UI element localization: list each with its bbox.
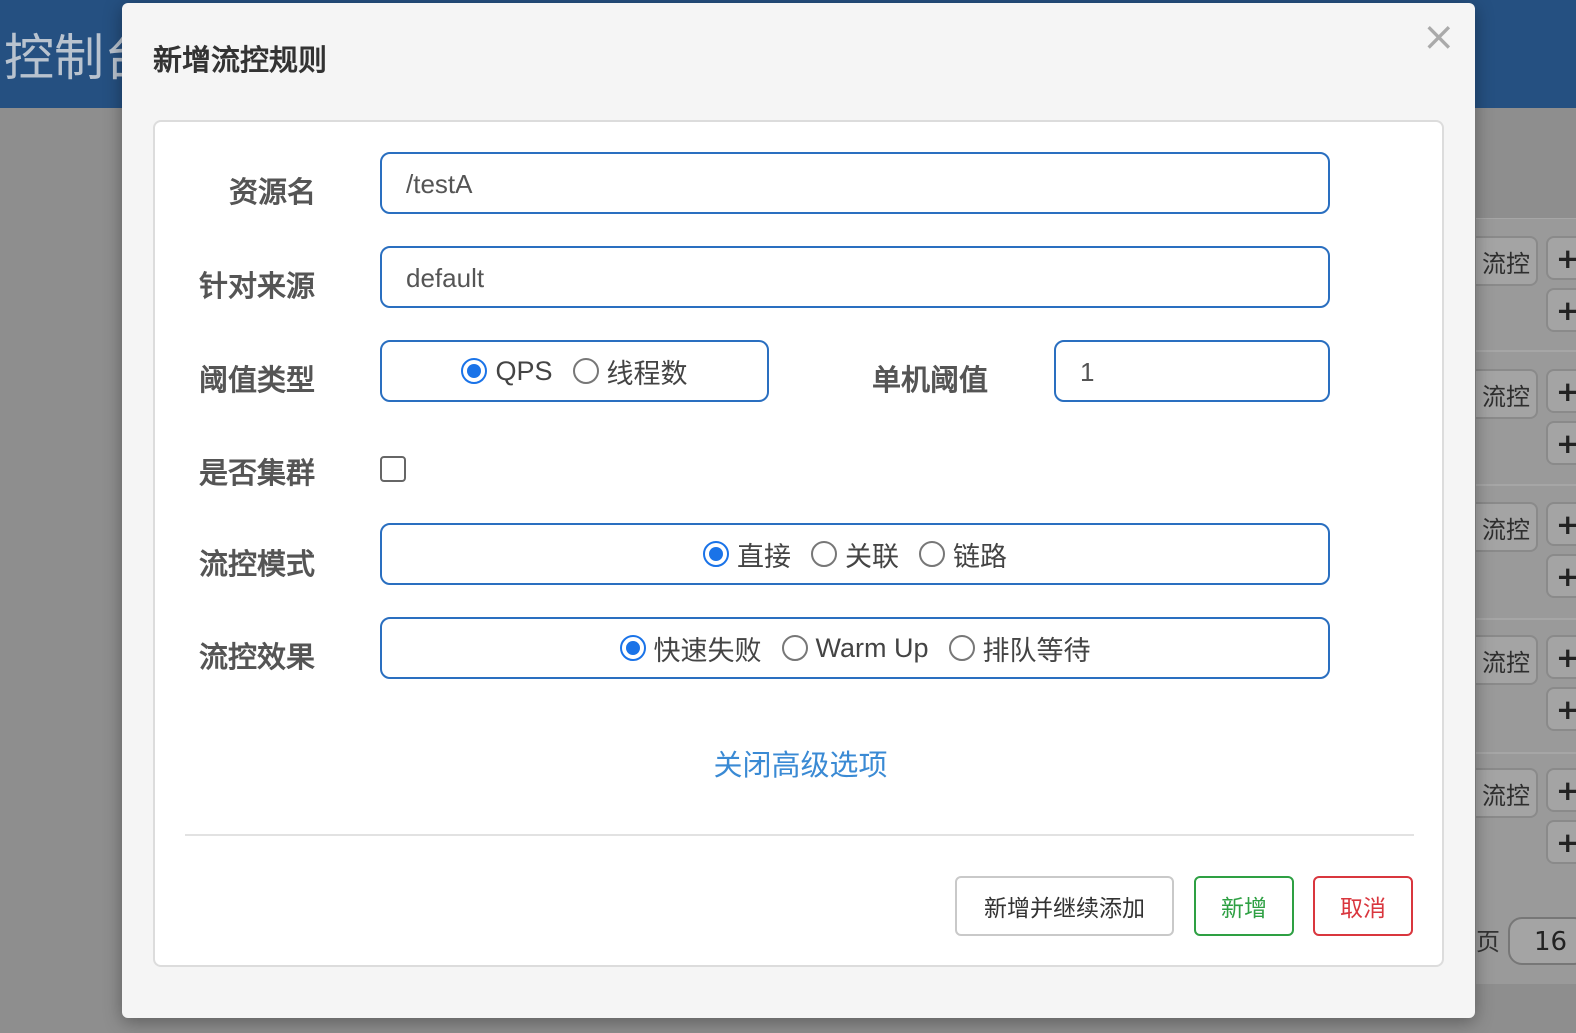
dialog-title: 新增流控规则 [153, 43, 328, 77]
limit-app-input[interactable]: default [380, 246, 1330, 308]
flow-effect-queue[interactable]: 排队等待 [948, 629, 1091, 668]
form-divider [185, 834, 1414, 836]
radio-unchecked-icon[interactable] [572, 358, 599, 384]
radio-label: Warm Up [815, 632, 929, 663]
flow-effect-label: 流控效果 [199, 640, 316, 674]
rules-table-fragment [1476, 218, 1576, 984]
plus-icon[interactable]: + [1546, 687, 1576, 731]
add-button[interactable]: 新增 [1194, 876, 1294, 936]
plus-icon[interactable]: + [1546, 369, 1576, 413]
radio-checked-icon[interactable] [461, 358, 488, 384]
radio-unchecked-icon[interactable] [919, 541, 945, 567]
threshold-type-qps[interactable]: QPS [461, 355, 553, 387]
rule-form: 资源名 /testA 针对来源 default 阈值类型 QPS 线程数 单机阈… [153, 120, 1444, 967]
flow-mode-relate[interactable]: 关联 [811, 535, 899, 574]
threshold-type-label: 阈值类型 [199, 363, 316, 397]
flow-mode-group: 直接 关联 链路 [380, 523, 1330, 585]
radio-label: 快速失败 [653, 635, 762, 666]
plus-icon[interactable]: + [1546, 236, 1576, 280]
close-icon[interactable]: × [1422, 17, 1456, 57]
flow-effect-group: 快速失败 Warm Up 排队等待 [380, 617, 1330, 679]
table-row-divider [1476, 618, 1576, 620]
row-flow-button[interactable]: 流控 [1476, 369, 1538, 419]
threshold-type-thread[interactable]: 线程数 [572, 352, 688, 391]
single-threshold-input[interactable]: 1 [1054, 340, 1330, 402]
resource-name-label: 资源名 [229, 175, 317, 209]
add-and-continue-button[interactable]: 新增并继续添加 [955, 876, 1174, 936]
radio-label: 排队等待 [982, 635, 1091, 666]
close-advanced-options-link[interactable]: 关闭高级选项 [155, 742, 1446, 784]
flow-effect-fast-fail[interactable]: 快速失败 [619, 629, 762, 668]
plus-icon[interactable]: + [1546, 554, 1576, 598]
flow-mode-chain[interactable]: 链路 [919, 535, 1007, 574]
plus-icon[interactable]: + [1546, 288, 1576, 332]
radio-label: 关联 [845, 541, 899, 572]
radio-checked-icon[interactable] [619, 635, 646, 661]
limit-app-label: 针对来源 [199, 269, 316, 303]
plus-icon[interactable]: + [1546, 768, 1576, 812]
plus-icon[interactable]: + [1546, 421, 1576, 465]
page-size-input[interactable]: 16 [1508, 917, 1576, 965]
radio-label: 线程数 [606, 358, 688, 389]
cluster-label: 是否集群 [199, 456, 316, 490]
flow-effect-warm-up[interactable]: Warm Up [781, 632, 929, 664]
radio-unchecked-icon[interactable] [781, 635, 808, 661]
flow-mode-direct[interactable]: 直接 [703, 535, 791, 574]
table-row-divider [1476, 484, 1576, 486]
flow-mode-label: 流控模式 [199, 547, 316, 581]
radio-unchecked-icon[interactable] [811, 541, 837, 567]
row-flow-button[interactable]: 流控 [1476, 502, 1538, 552]
cluster-checkbox[interactable] [380, 456, 406, 482]
add-flow-rule-dialog: 新增流控规则 × 资源名 /testA 针对来源 default 阈值类型 QP… [122, 3, 1475, 1018]
radio-unchecked-icon[interactable] [948, 635, 975, 661]
plus-icon[interactable]: + [1546, 635, 1576, 679]
plus-icon[interactable]: + [1546, 502, 1576, 546]
table-row-divider [1476, 752, 1576, 754]
pagination-label: 页 [1476, 928, 1500, 956]
table-row-divider [1476, 350, 1576, 352]
row-flow-button[interactable]: 流控 [1476, 236, 1538, 286]
row-flow-button[interactable]: 流控 [1476, 768, 1538, 818]
plus-icon[interactable]: + [1546, 820, 1576, 864]
threshold-type-group: QPS 线程数 [380, 340, 769, 402]
radio-checked-icon[interactable] [703, 541, 729, 567]
row-flow-button[interactable]: 流控 [1476, 635, 1538, 685]
radio-label: 直接 [737, 541, 791, 572]
resource-name-input[interactable]: /testA [380, 152, 1330, 214]
radio-label: QPS [495, 355, 553, 386]
radio-label: 链路 [953, 541, 1007, 572]
single-threshold-label: 单机阈值 [872, 363, 989, 397]
cancel-button[interactable]: 取消 [1313, 876, 1413, 936]
